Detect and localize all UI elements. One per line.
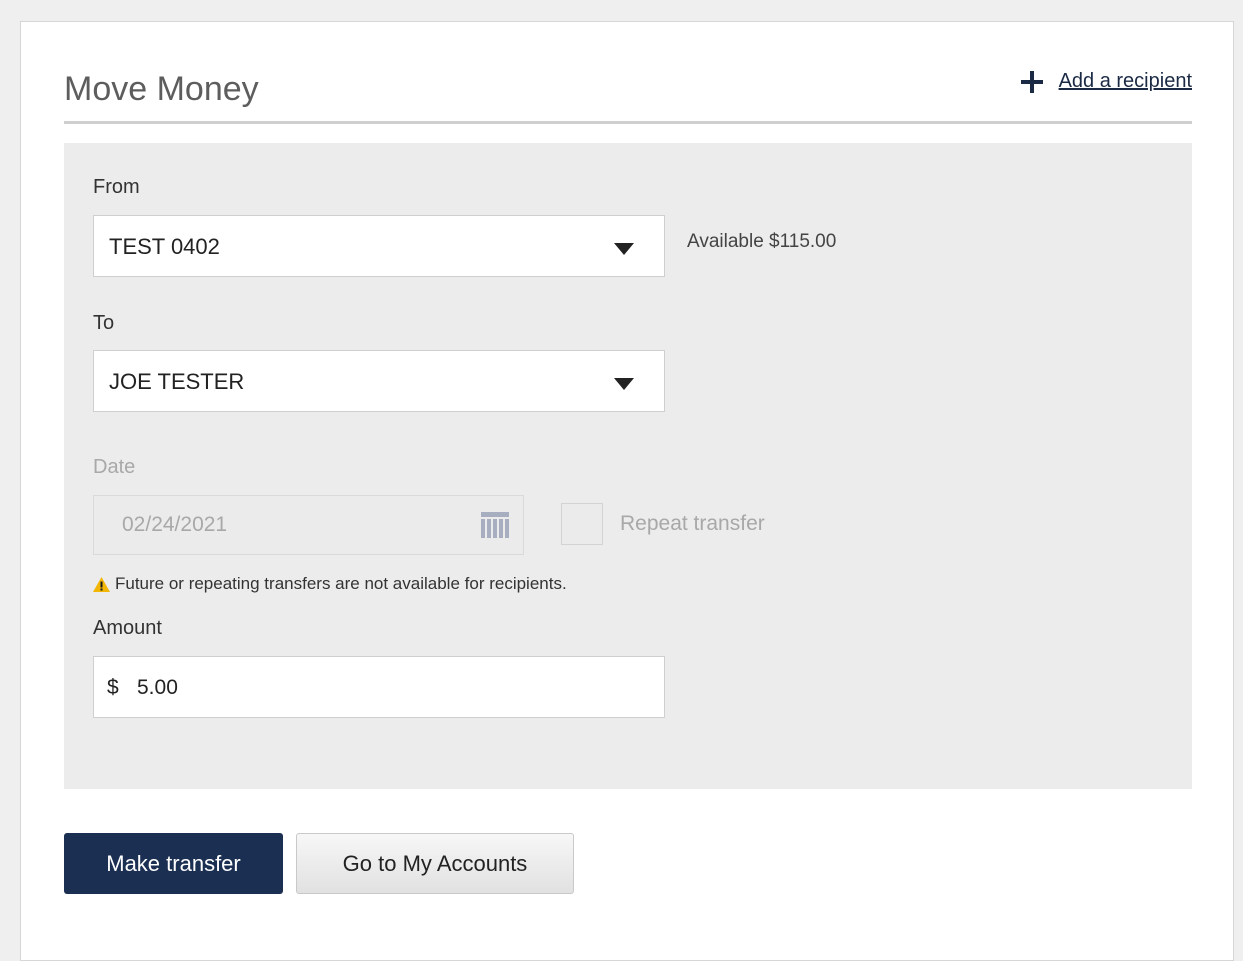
from-account-value: TEST 0402 xyxy=(109,234,220,259)
from-account-select[interactable]: TEST 0402 xyxy=(93,215,665,277)
transfer-form-panel: From TEST 0402 Available $115.00 To JOE … xyxy=(64,143,1192,789)
warning-icon xyxy=(93,576,110,592)
repeat-transfer-checkbox[interactable] xyxy=(561,503,603,545)
move-money-card: Move Money Add a recipient From TEST 040… xyxy=(20,21,1234,961)
amount-input[interactable]: $ 5.00 xyxy=(93,656,665,718)
from-label: From xyxy=(93,176,140,198)
repeat-transfer-label: Repeat transfer xyxy=(620,512,765,535)
plus-icon xyxy=(1020,70,1043,93)
to-recipient-select[interactable]: JOE TESTER xyxy=(93,350,665,412)
to-recipient-value: JOE TESTER xyxy=(109,369,245,394)
caret-down-icon xyxy=(614,243,634,255)
amount-value: 5.00 xyxy=(137,676,178,699)
add-recipient-button[interactable]: Add a recipient xyxy=(1020,70,1192,93)
page-header: Move Money Add a recipient xyxy=(64,62,1192,124)
warning-text: Future or repeating transfers are not av… xyxy=(115,574,567,593)
go-to-accounts-button[interactable]: Go to My Accounts xyxy=(296,833,574,894)
currency-symbol: $ xyxy=(107,676,119,699)
add-recipient-link[interactable]: Add a recipient xyxy=(1059,70,1192,93)
recipient-warning: Future or repeating transfers are not av… xyxy=(93,574,567,594)
available-balance: Available $115.00 xyxy=(687,231,837,252)
to-label: To xyxy=(93,312,115,334)
date-value: 02/24/2021 xyxy=(122,513,228,536)
date-input[interactable]: 02/24/2021 xyxy=(93,495,524,555)
calendar-icon[interactable] xyxy=(481,512,509,538)
amount-label: Amount xyxy=(93,617,162,639)
date-label: Date xyxy=(93,456,136,478)
caret-down-icon xyxy=(614,378,634,390)
make-transfer-button[interactable]: Make transfer xyxy=(64,833,283,894)
page-title: Move Money xyxy=(64,70,259,108)
